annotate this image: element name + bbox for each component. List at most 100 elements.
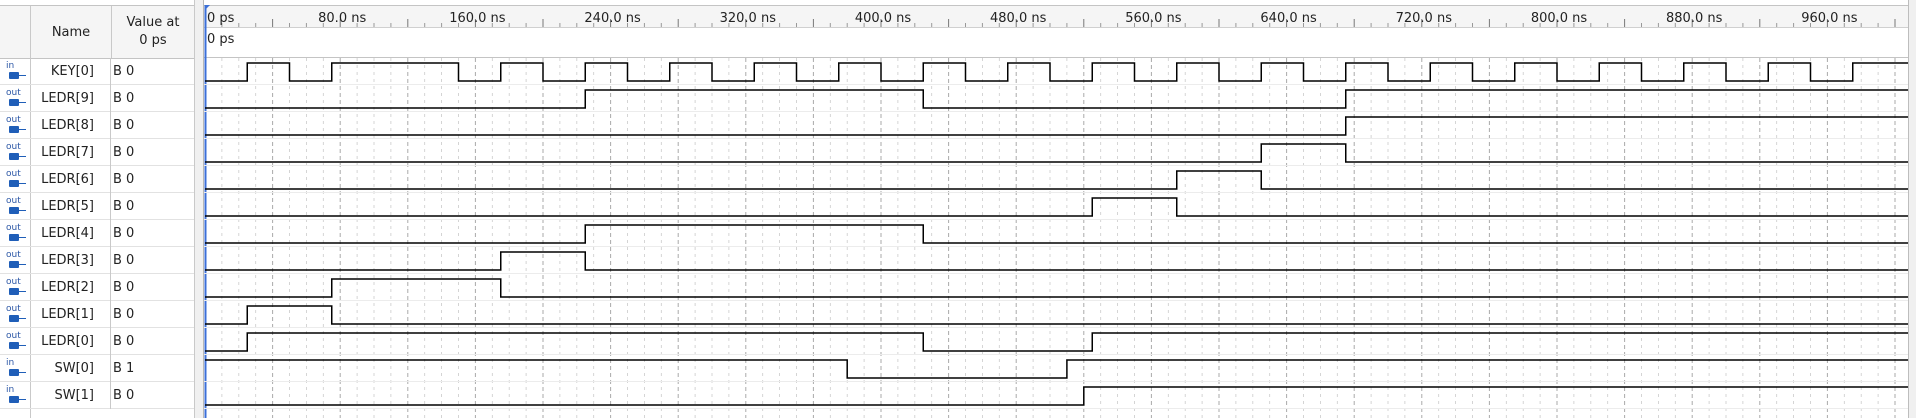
pane-splitter[interactable] xyxy=(194,0,204,418)
output-pin-icon: out xyxy=(3,331,27,350)
time-tick-label: 80.0 ns xyxy=(318,11,366,26)
signal-row[interactable]: out LEDR[5] B 0 xyxy=(0,193,194,220)
input-pin-icon: in xyxy=(3,61,27,80)
type-column-header[interactable] xyxy=(0,6,31,58)
pin-direction-label: in xyxy=(6,358,15,368)
signal-name[interactable]: LEDR[1] xyxy=(31,301,111,328)
signal-name[interactable]: LEDR[2] xyxy=(31,274,111,301)
signal-name[interactable]: LEDR[0] xyxy=(31,328,111,355)
signal-value: B 0 xyxy=(113,64,135,79)
signal-name[interactable]: LEDR[4] xyxy=(31,220,111,247)
output-pin-icon: out xyxy=(3,169,27,188)
waveform-ledr-6[interactable] xyxy=(205,170,1908,190)
signal-value: B 0 xyxy=(113,118,135,133)
output-pin-icon: out xyxy=(3,196,27,215)
value-column-label-line2: 0 ps xyxy=(139,33,167,48)
signal-value: B 0 xyxy=(113,145,135,160)
signal-row[interactable]: in KEY[0] B 0 xyxy=(0,58,194,85)
time-tick-label: 720.0 ns xyxy=(1396,11,1453,26)
waveform-ledr-8[interactable] xyxy=(205,116,1908,136)
pin-direction-label: out xyxy=(6,277,21,287)
pin-direction-label: out xyxy=(6,169,21,179)
signal-value: B 0 xyxy=(113,91,135,106)
time-tick-label: 480.0 ns xyxy=(990,11,1047,26)
signal-row[interactable]: out LEDR[0] B 0 xyxy=(0,328,194,355)
value-column-label-line1: Value at xyxy=(126,15,180,30)
waveform-ledr-3[interactable] xyxy=(205,251,1908,271)
signal-name[interactable]: LEDR[7] xyxy=(31,139,111,166)
signal-list-panel: Name Value at 0 ps in KEY[0] B 0 out LEDR[9]… xyxy=(0,0,204,418)
waveform-sw-1[interactable] xyxy=(205,386,1908,406)
output-pin-icon: out xyxy=(3,304,27,323)
cursor-label-bar xyxy=(204,27,1908,57)
signal-value: B 0 xyxy=(113,253,135,268)
signal-list-header: Name Value at 0 ps xyxy=(0,5,194,59)
waveform-ledr-7[interactable] xyxy=(205,143,1908,163)
waveform-panel[interactable]: 0 ps 80.0 ns 160.0 ns 240.0 ns 320.0 ns 400.0… xyxy=(204,0,1916,418)
waveform-ledr-2[interactable] xyxy=(205,278,1908,298)
signal-row[interactable]: out LEDR[9] B 0 xyxy=(0,85,194,112)
output-pin-icon: out xyxy=(3,142,27,161)
pin-direction-label: out xyxy=(6,88,21,98)
signal-row[interactable]: out LEDR[7] B 0 xyxy=(0,139,194,166)
waveform-ledr-1[interactable] xyxy=(205,305,1908,325)
output-pin-icon: out xyxy=(3,223,27,242)
signal-value: B 0 xyxy=(113,307,135,322)
signal-name[interactable]: LEDR[9] xyxy=(31,85,111,112)
signal-row[interactable]: out LEDR[8] B 0 xyxy=(0,112,194,139)
waveform-ledr-5[interactable] xyxy=(205,197,1908,217)
name-column-label: Name xyxy=(51,24,91,40)
waveform-ledr-0[interactable] xyxy=(205,332,1908,352)
pin-direction-label: out xyxy=(6,196,21,206)
pin-direction-label: out xyxy=(6,142,21,152)
input-pin-icon: in xyxy=(3,385,27,404)
signal-row[interactable]: in SW[0] B 1 xyxy=(0,355,194,382)
time-tick-label: 320.0 ns xyxy=(720,11,777,26)
time-tick-label: 800.0 ns xyxy=(1531,11,1588,26)
value-column-header[interactable]: Value at 0 ps xyxy=(112,6,194,58)
signal-name[interactable]: LEDR[8] xyxy=(31,112,111,139)
time-tick-label: 160.0 ns xyxy=(449,11,506,26)
pin-direction-label: out xyxy=(6,304,21,314)
signal-value: B 0 xyxy=(113,334,135,349)
signal-row[interactable]: out LEDR[3] B 0 xyxy=(0,247,194,274)
output-pin-icon: out xyxy=(3,88,27,107)
signal-name[interactable]: SW[1] xyxy=(31,382,111,409)
signal-value: B 0 xyxy=(113,199,135,214)
waveform-canvas[interactable]: 0 ps 80.0 ns 160.0 ns 240.0 ns 320.0 ns 400.0… xyxy=(204,0,1916,418)
signal-value: B 1 xyxy=(113,361,135,376)
time-tick-label: 240.0 ns xyxy=(584,11,641,26)
time-tick-label: 560.0 ns xyxy=(1125,11,1182,26)
signal-name[interactable]: LEDR[6] xyxy=(31,166,111,193)
signal-value: B 0 xyxy=(113,226,135,241)
signal-row[interactable]: out LEDR[6] B 0 xyxy=(0,166,194,193)
signal-name[interactable]: LEDR[3] xyxy=(31,247,111,274)
signal-row[interactable]: out LEDR[1] B 0 xyxy=(0,301,194,328)
signal-value: B 0 xyxy=(113,388,135,403)
pin-direction-label: in xyxy=(6,61,15,71)
signal-name[interactable]: LEDR[5] xyxy=(31,193,111,220)
time-tick-label: 960.0 ns xyxy=(1801,11,1858,26)
pin-direction-label: out xyxy=(6,223,21,233)
signal-row[interactable]: out LEDR[2] B 0 xyxy=(0,274,194,301)
signal-row[interactable]: out LEDR[4] B 0 xyxy=(0,220,194,247)
vertical-scrollbar[interactable] xyxy=(1909,0,1916,418)
waveform-ledr-4[interactable] xyxy=(205,224,1908,244)
signal-row[interactable]: in SW[1] B 0 xyxy=(0,382,194,409)
signal-value: B 0 xyxy=(113,172,135,187)
output-pin-icon: out xyxy=(3,277,27,296)
time-tick-label: 400.0 ns xyxy=(855,11,912,26)
pin-direction-label: in xyxy=(6,385,15,395)
pin-direction-label: out xyxy=(6,250,21,260)
waveform-sw-0[interactable] xyxy=(205,359,1908,379)
signal-name[interactable]: SW[0] xyxy=(31,355,111,382)
time-tick-label: 640.0 ns xyxy=(1260,11,1317,26)
signal-name[interactable]: KEY[0] xyxy=(31,58,111,85)
time-tick-label: 0 ps xyxy=(207,11,235,26)
waveform-ledr-9[interactable] xyxy=(205,89,1908,109)
output-pin-icon: out xyxy=(3,115,27,134)
waveform-key-0[interactable] xyxy=(205,62,1908,82)
pin-direction-label: out xyxy=(6,331,21,341)
signal-value: B 0 xyxy=(113,280,135,295)
name-column-header[interactable]: Name xyxy=(31,6,112,58)
